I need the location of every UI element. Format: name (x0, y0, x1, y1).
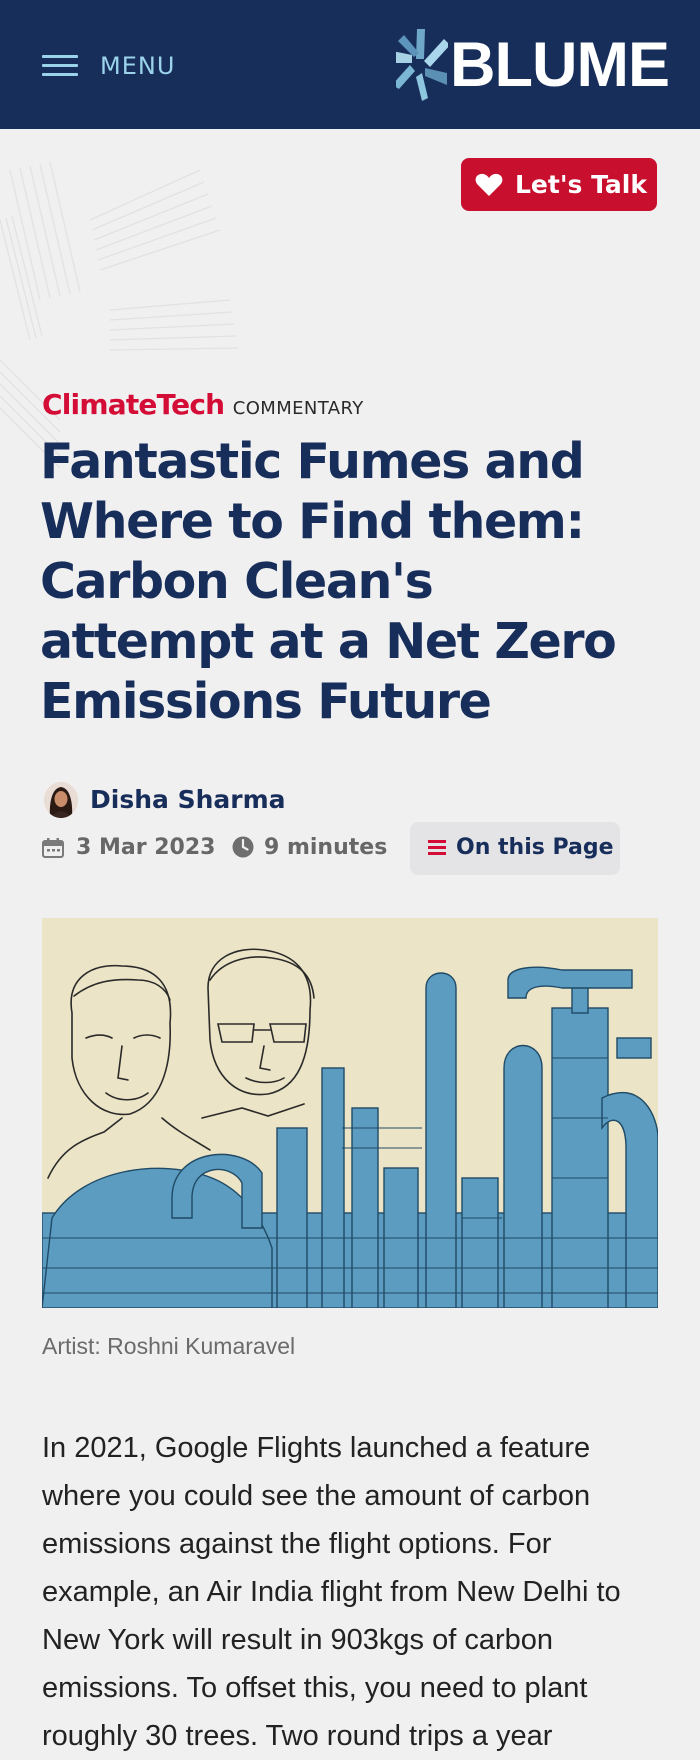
heart-icon (475, 173, 503, 196)
calendar-icon (42, 838, 64, 858)
image-caption: Artist: Roshni Kumaravel (42, 1333, 296, 1359)
blume-logo-mark (396, 29, 448, 101)
read-time: 9 minutes (264, 835, 388, 860)
author-avatar (44, 782, 78, 818)
blume-logo[interactable]: BLUME (396, 27, 670, 103)
lets-talk-button[interactable]: Let's Talk (461, 158, 657, 211)
lets-talk-label: Let's Talk (515, 170, 647, 199)
list-icon (428, 840, 446, 856)
author-name[interactable]: Disha Sharma (90, 785, 286, 815)
menu-button[interactable]: MENU (42, 50, 174, 82)
on-this-page-button[interactable]: On this Page (410, 822, 620, 875)
on-this-page-label: On this Page (456, 835, 614, 860)
article-type: COMMENTARY (232, 398, 364, 419)
article-title: Fantastic Fumes and Where to Find them: … (40, 433, 617, 730)
hamburger-icon (42, 55, 78, 77)
hero-illustration (42, 918, 658, 1308)
category-tag[interactable]: ClimateTech (42, 388, 225, 421)
article-body-paragraph: In 2021, Google Flights launched a featu… (42, 1432, 621, 1752)
clock-icon (232, 836, 254, 858)
menu-label: MENU (100, 52, 176, 80)
article-meta: 3 Mar 2023 9 minutes On this Page (42, 822, 682, 876)
article-category-row: ClimateTech COMMENTARY (42, 388, 364, 424)
logo-text: BLUME (450, 30, 670, 100)
site-header: MENU BLUME (0, 0, 700, 129)
publish-date: 3 Mar 2023 (76, 835, 216, 860)
